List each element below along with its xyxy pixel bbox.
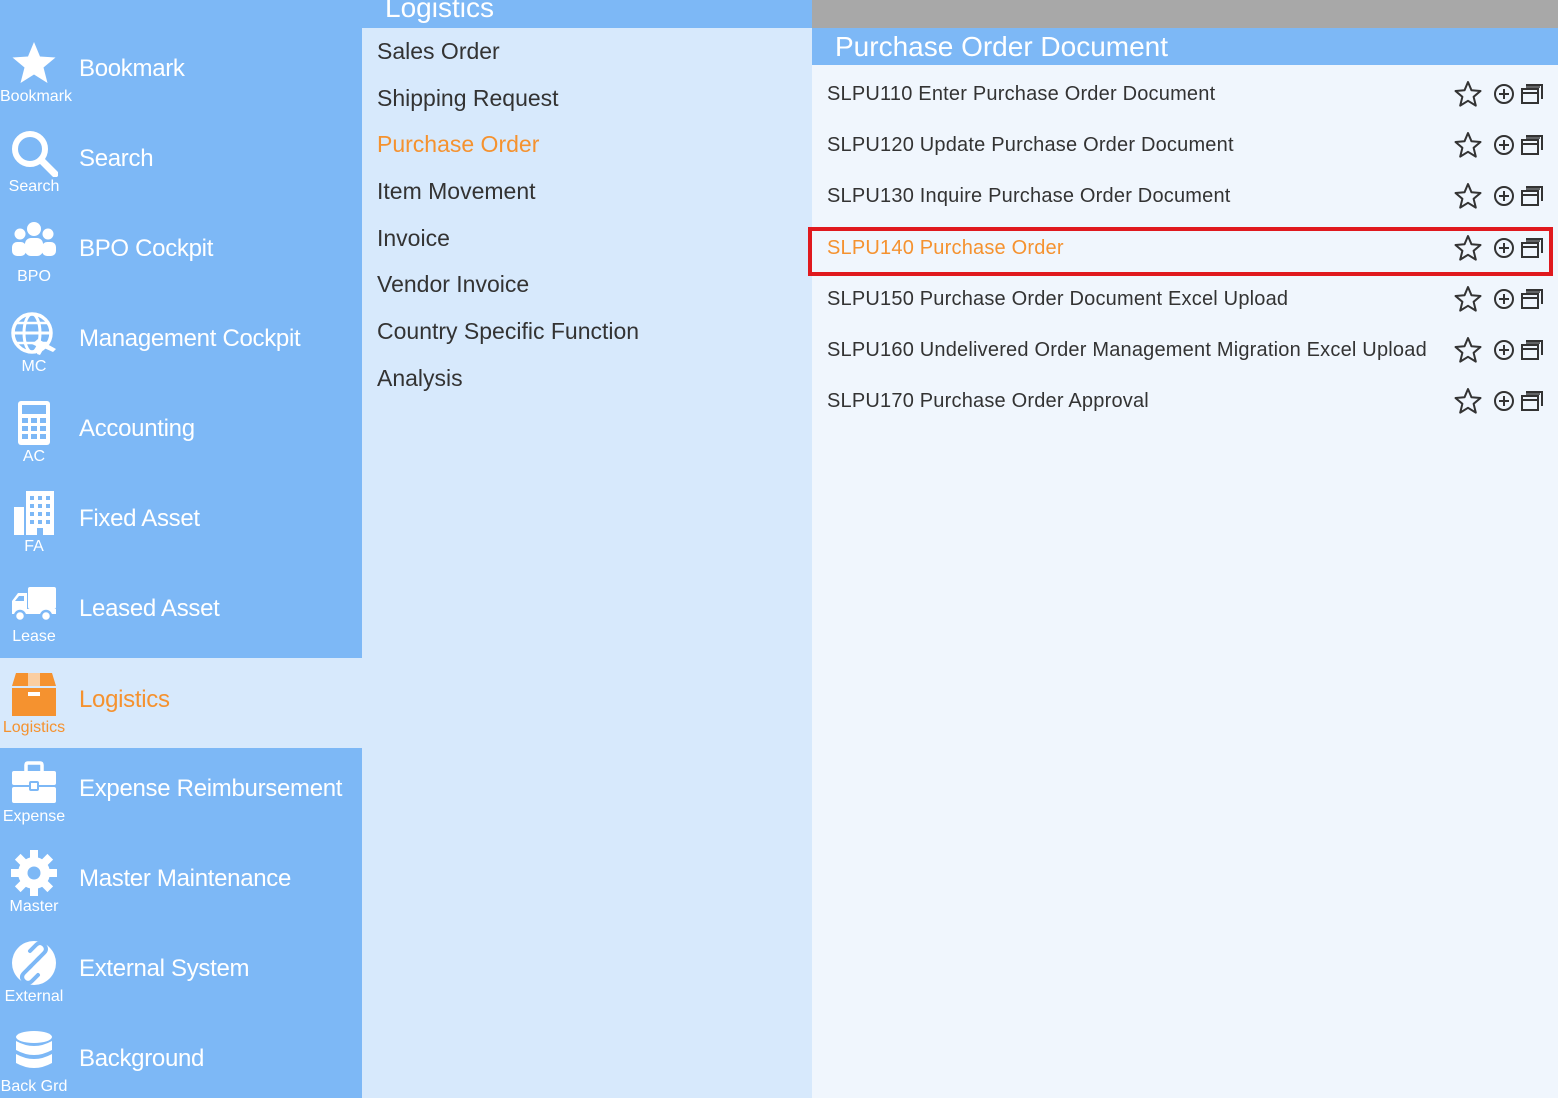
sidebar-item-short: Back Grd [0,1078,68,1095]
star-icon [10,39,58,87]
sidebar-item-accounting[interactable]: AC Accounting [0,387,362,477]
bookmark-star-icon[interactable] [1454,131,1482,159]
program-row-slpu120[interactable]: SLPU120 Update Purchase Order Document [812,121,1558,169]
bookmark-star-icon[interactable] [1454,182,1482,210]
submenu-item-country-specific-function[interactable]: Country Specific Function [377,318,639,345]
content-panel: Purchase Order Document SLPU110 Enter Pu… [808,0,1558,1098]
calculator-icon [10,399,58,447]
content-header: Purchase Order Document [812,28,1558,65]
add-circle-icon[interactable] [1492,287,1516,311]
program-label: SLPU110 Enter Purchase Order Document [827,83,1216,105]
program-label: SLPU160 Undelivered Order Management Mig… [827,339,1427,361]
submenu-panel: Logistics Sales Order Shipping Request P… [362,0,812,1098]
sidebar-item-label: Management Cockpit [79,325,301,352]
globe-plane-icon [10,309,58,357]
database-icon [10,1029,58,1077]
new-window-icon[interactable] [1520,133,1544,157]
new-window-icon[interactable] [1520,184,1544,208]
submenu-item-invoice[interactable]: Invoice [377,225,450,252]
sidebar-item-label: Logistics [79,686,170,713]
sidebar-item-short: BPO [17,268,51,285]
submenu-item-purchase-order[interactable]: Purchase Order [377,131,539,158]
add-circle-icon[interactable] [1492,236,1516,260]
sidebar-item-label: Accounting [79,415,195,442]
sidebar-item-label: Fixed Asset [79,505,200,532]
program-row-slpu170[interactable]: SLPU170 Purchase Order Approval [812,377,1558,425]
sidebar-item-short: Logistics [2,719,66,736]
sidebar-item-short: FA [24,538,44,555]
search-icon [10,129,58,177]
bookmark-star-icon[interactable] [1454,80,1482,108]
program-label: SLPU150 Purchase Order Document Excel Up… [827,287,1289,310]
sidebar-item-search[interactable]: Search Search [0,117,362,207]
sidebar-item-label: Expense Reimbursement [79,775,343,802]
add-circle-icon[interactable] [1492,389,1516,413]
sidebar-item-short: Lease [12,628,56,645]
sidebar-item-label: Bookmark [79,55,185,82]
program-row-slpu140[interactable]: SLPU140 Purchase Order [808,224,1558,276]
users-icon [10,219,58,267]
sidebar-item-short: AC [22,448,46,465]
submenu-item-sales-order[interactable]: Sales Order [377,38,500,65]
add-circle-icon[interactable] [1492,338,1516,362]
new-window-icon[interactable] [1520,82,1544,106]
program-row-slpu150[interactable]: SLPU150 Purchase Order Document Excel Up… [812,275,1558,323]
building-icon [10,489,58,537]
sidebar-item-label: Leased Asset [79,595,220,622]
bookmark-star-icon[interactable] [1454,234,1482,262]
top-bar [812,0,1558,28]
submenu-header: Logistics [362,0,812,28]
submenu-item-vendor-invoice[interactable]: Vendor Invoice [377,271,529,298]
sidebar-item-short: Master [9,898,59,915]
sidebar-item-bookmark[interactable]: Bookmark Bookmark [0,27,362,117]
sidebar-item-fixed-asset[interactable]: FA Fixed Asset [0,477,362,567]
sidebar-item-label: Search [79,145,154,172]
sidebar-item-management-cockpit[interactable]: MC Management Cockpit [0,297,362,387]
sidebar-item-external-system[interactable]: External External System [0,927,362,1017]
submenu-item-shipping-request[interactable]: Shipping Request [377,85,559,112]
briefcase-icon [10,759,58,807]
bookmark-star-icon[interactable] [1454,336,1482,364]
sidebar-item-short: External [4,988,64,1005]
sidebar-item-short: MC [21,358,47,375]
new-window-icon[interactable] [1520,338,1544,362]
box-icon [10,670,58,718]
sidebar-item-leased-asset[interactable]: Lease Leased Asset [0,567,362,657]
add-circle-icon[interactable] [1492,133,1516,157]
sidebar-item-master-maintenance[interactable]: Master Master Maintenance [0,837,362,927]
program-label: SLPU170 Purchase Order Approval [827,390,1149,413]
program-label: SLPU130 Inquire Purchase Order Document [827,185,1231,208]
sidebar-item-background[interactable]: Back Grd Background [0,1017,362,1098]
sidebar-item-bpo-cockpit[interactable]: BPO BPO Cockpit [0,207,362,297]
sidebar-item-label: BPO Cockpit [79,235,214,262]
new-window-icon[interactable] [1520,236,1544,260]
sidebar-item-short: Expense [2,808,66,825]
bookmark-star-icon[interactable] [1454,285,1482,313]
submenu-item-analysis[interactable]: Analysis [377,365,463,392]
sidebar-item-logistics[interactable]: Logistics Logistics [0,658,362,748]
bookmark-star-icon[interactable] [1454,387,1482,415]
program-label: SLPU140 Purchase Order [827,236,1064,259]
sidebar-item-label: External System [79,955,250,982]
sidebar: Bookmark Bookmark Search Search BPO BPO … [0,0,362,1098]
program-row-slpu160[interactable]: SLPU160 Undelivered Order Management Mig… [812,326,1558,374]
submenu-title: Logistics [385,0,494,23]
content-title: Purchase Order Document [835,31,1169,62]
program-label: SLPU120 Update Purchase Order Document [827,134,1234,157]
sidebar-item-label: Master Maintenance [79,865,292,892]
new-window-icon[interactable] [1520,389,1544,413]
sidebar-item-short: Search [8,178,60,195]
add-circle-icon[interactable] [1492,82,1516,106]
program-row-slpu130[interactable]: SLPU130 Inquire Purchase Order Document [812,172,1558,220]
sidebar-item-expense-reimbursement[interactable]: Expense Expense Reimbursement [0,747,362,837]
program-row-slpu110[interactable]: SLPU110 Enter Purchase Order Document [812,70,1558,118]
truck-icon [10,579,58,627]
sidebar-item-short: Bookmark [0,88,73,105]
gear-icon [10,849,58,897]
link-icon [10,939,58,987]
sidebar-item-label: Background [79,1045,205,1072]
new-window-icon[interactable] [1520,287,1544,311]
add-circle-icon[interactable] [1492,184,1516,208]
submenu-item-item-movement[interactable]: Item Movement [377,178,536,205]
